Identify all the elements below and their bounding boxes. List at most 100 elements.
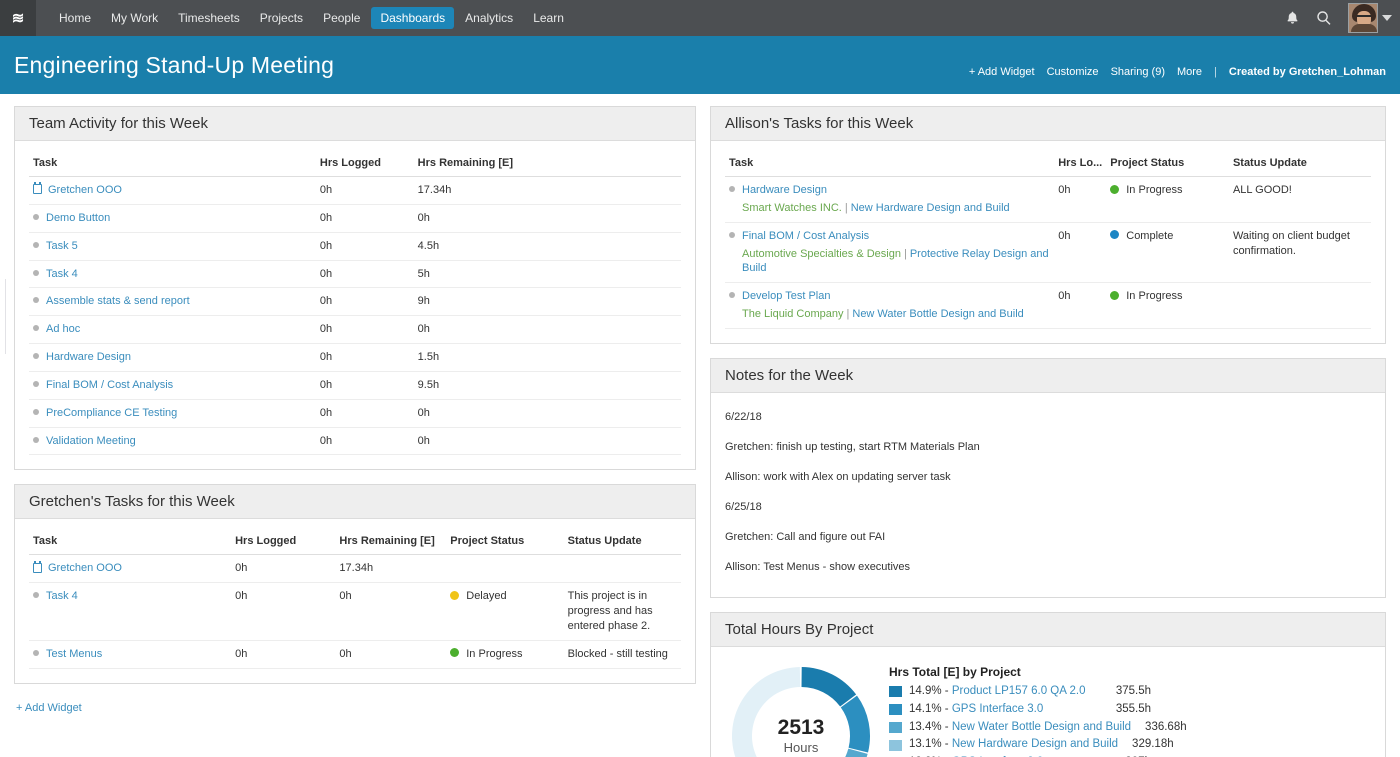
cell-task: Gretchen OOO <box>29 176 316 205</box>
allison-tasks-table: Task Hrs Lo... Project Status Status Upd… <box>725 151 1371 329</box>
table-row: Test Menus 0h 0h In Progress Blocked - s… <box>29 640 681 669</box>
col-status-update[interactable]: Status Update <box>563 529 681 556</box>
client-link[interactable]: The Liquid Company <box>742 308 844 320</box>
col-task[interactable]: Task <box>29 529 232 556</box>
legend-category[interactable]: New Hardware Design and Build <box>952 736 1118 754</box>
client-link[interactable]: Smart Watches INC. <box>742 202 842 214</box>
task-link[interactable]: Validation Meeting <box>46 435 136 447</box>
legend-category[interactable]: GPS Interface 3.0 <box>952 701 1043 719</box>
legend-item[interactable]: 14.9% - Product LP157 6.0 QA 2.0 375.5h <box>889 683 1151 701</box>
widget-gretchen-tasks: Gretchen's Tasks for this Week Task Hrs … <box>14 484 696 684</box>
add-widget-left-button[interactable]: + Add Widget <box>14 698 82 714</box>
task-link[interactable]: Demo Button <box>46 212 110 224</box>
task-link[interactable]: Final BOM / Cost Analysis <box>742 230 869 242</box>
nav-item-timesheets[interactable]: Timesheets <box>169 7 249 29</box>
nav-item-people[interactable]: People <box>314 7 369 29</box>
nav-item-my-work[interactable]: My Work <box>102 7 167 29</box>
cell-task: Gretchen OOO <box>29 554 232 584</box>
project-link[interactable]: New Hardware Design and Build <box>851 202 1010 214</box>
legend-item[interactable]: 14.1% - GPS Interface 3.0 355.5h <box>889 701 1151 719</box>
table-row: Task 5 0h 4.5h <box>29 232 681 261</box>
cell-status-update <box>1228 282 1371 329</box>
customize-button[interactable]: Customize <box>1047 66 1099 78</box>
note-line: Gretchen: finish up testing, start RTM M… <box>725 440 980 453</box>
more-button[interactable]: More <box>1177 66 1202 78</box>
left-panel-handle[interactable] <box>5 279 6 354</box>
col-hrs-logged[interactable]: Hrs Logged <box>231 529 336 556</box>
col-hrs-logged[interactable]: Hrs Lo... <box>1054 151 1107 177</box>
cell-hrs-remaining: 0h <box>413 427 681 456</box>
legend-category[interactable]: Product LP157 6.0 QA 2.0 <box>952 683 1086 701</box>
task-link[interactable]: Final BOM / Cost Analysis <box>46 379 173 391</box>
task-link[interactable]: Task 4 <box>46 590 78 602</box>
legend-percent: 13.4% <box>909 720 942 733</box>
cell-hrs-logged: 0h <box>231 640 336 669</box>
legend-dash: - <box>941 684 952 697</box>
task-link[interactable]: Test Menus <box>46 648 102 660</box>
note-line: 6/22/18 <box>725 410 762 423</box>
search-icon[interactable] <box>1316 10 1332 26</box>
chevron-down-icon[interactable] <box>1382 15 1392 21</box>
cell-hrs-remaining: 1.5h <box>413 343 681 372</box>
legend-percent: 13.1% <box>909 738 942 751</box>
cell-project-status: In Progress <box>1106 282 1229 329</box>
legend-swatch-icon <box>889 704 902 716</box>
task-link[interactable]: Task 5 <box>46 240 78 252</box>
cell-project-status: Delayed <box>446 582 564 641</box>
cell-status-update <box>563 554 681 584</box>
bullet-icon <box>33 325 39 332</box>
col-hrs-logged[interactable]: Hrs Logged <box>315 151 414 177</box>
task-link[interactable]: Task 4 <box>46 268 78 280</box>
col-task[interactable]: Task <box>29 151 316 177</box>
nav-item-projects[interactable]: Projects <box>251 7 312 29</box>
col-status-update[interactable]: Status Update <box>1228 151 1371 177</box>
notifications-bell-icon[interactable] <box>1285 10 1300 26</box>
client-link[interactable]: Automotive Specialties & Design <box>742 248 901 260</box>
bullet-icon <box>33 353 39 360</box>
cell-task: Task 4 <box>29 260 316 289</box>
widget-title-allison-tasks: Allison's Tasks for this Week <box>711 107 1385 141</box>
app-logo-button[interactable]: ≋ <box>0 0 36 36</box>
legend-swatch-icon <box>889 721 902 733</box>
cell-hrs-remaining: 17.34h <box>335 554 447 584</box>
bullet-icon <box>33 213 39 220</box>
task-link[interactable]: Ad hoc <box>46 323 80 335</box>
task-link[interactable]: Hardware Design <box>46 351 131 363</box>
nav-item-learn[interactable]: Learn <box>524 7 573 29</box>
cell-status-update: Blocked - still testing <box>563 640 681 669</box>
task-link[interactable]: Hardware Design <box>742 184 827 196</box>
cell-status-update: Waiting on client budget confirmation. <box>1228 222 1371 284</box>
task-link[interactable]: Gretchen OOO <box>48 562 122 574</box>
cell-hrs-logged: 0h <box>231 554 336 584</box>
dashboard-body: Team Activity for this Week Task Hrs Log… <box>0 94 1400 757</box>
avatar[interactable] <box>1348 3 1378 33</box>
nav-item-analytics[interactable]: Analytics <box>456 7 522 29</box>
legend-category[interactable]: New Water Bottle Design and Build <box>952 719 1131 737</box>
project-link[interactable]: New Water Bottle Design and Build <box>852 308 1023 320</box>
legend-item[interactable]: 13.4% - New Water Bottle Design and Buil… <box>889 719 1187 737</box>
cell-hrs-remaining: 9.5h <box>413 371 681 400</box>
sharing-button[interactable]: Sharing (9) <box>1111 66 1165 78</box>
task-link[interactable]: Assemble stats & send report <box>46 295 190 307</box>
add-widget-header-button[interactable]: + Add Widget <box>969 66 1035 78</box>
legend-value: 329.18h <box>1132 738 1174 751</box>
note-line: Gretchen: Call and figure out FAI <box>725 530 886 543</box>
legend-item[interactable]: 13.1% - New Hardware Design and Build 32… <box>889 736 1174 754</box>
task-project-path: The Liquid Company | New Water Bottle Desi… <box>729 307 1050 322</box>
bullet-icon <box>33 381 39 387</box>
status-badge <box>450 590 460 600</box>
col-hrs-remaining[interactable]: Hrs Remaining [E] <box>335 529 447 556</box>
col-project-status[interactable]: Project Status <box>446 529 564 556</box>
task-link[interactable]: Gretchen OOO <box>48 184 122 196</box>
path-separator: | <box>844 201 848 214</box>
nav-item-dashboards[interactable]: Dashboards <box>371 7 455 29</box>
col-task[interactable]: Task <box>725 151 1055 177</box>
user-menu[interactable] <box>1348 3 1392 33</box>
col-hrs-remaining[interactable]: Hrs Remaining [E] <box>413 151 681 177</box>
legend-value: 375.5h <box>1115 684 1151 697</box>
col-project-status[interactable]: Project Status <box>1106 151 1229 177</box>
nav-item-home[interactable]: Home <box>50 7 100 29</box>
notes-content: 6/22/18 Gretchen: finish up testing, sta… <box>711 393 1385 597</box>
task-link[interactable]: PreCompliance CE Testing <box>46 407 177 419</box>
task-link[interactable]: Develop Test Plan <box>742 290 830 302</box>
